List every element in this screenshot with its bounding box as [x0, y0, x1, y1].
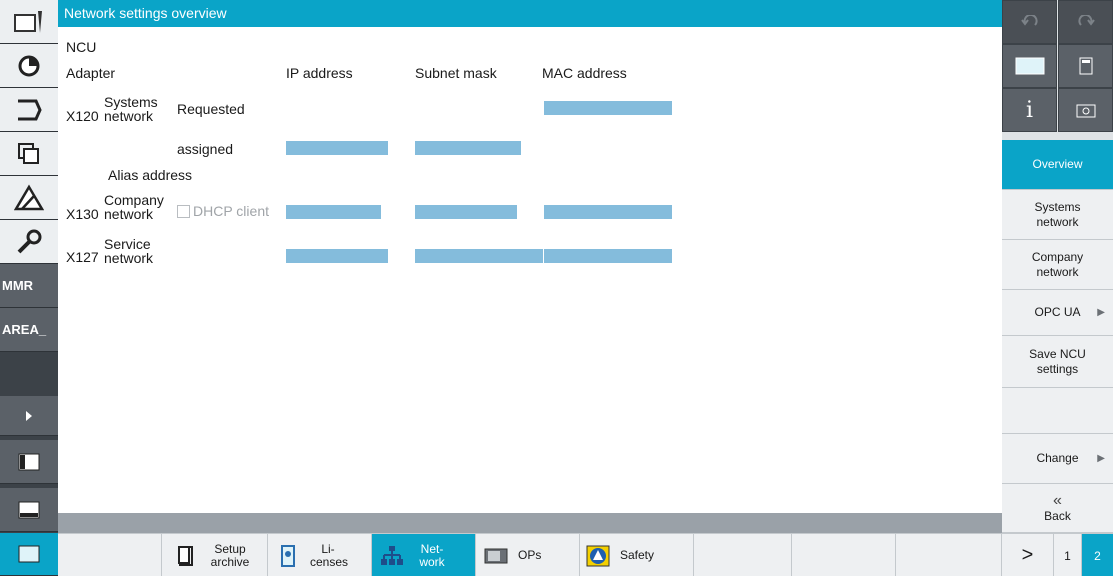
archive-icon [178, 545, 193, 566]
change-softkey[interactable]: Change ▶ [1002, 434, 1113, 484]
systems-network-label: Systems network [104, 94, 158, 124]
x130-port-label: X130 [66, 206, 99, 222]
network-label: Net- work [419, 541, 445, 569]
x130-mac-value [544, 205, 672, 219]
page-1-button[interactable]: 1 [1054, 534, 1082, 576]
safety-icon [586, 545, 610, 566]
requested-label: Requested [177, 101, 245, 117]
network-icon [381, 545, 403, 565]
chevron-right-icon: ▶ [1097, 453, 1105, 464]
company-network-label: Company network [104, 192, 164, 222]
window-icon[interactable] [0, 533, 58, 576]
licenses-label: Li- censes [310, 541, 349, 569]
area-label: AREA_ [2, 322, 47, 337]
chevron-right-icon: ▶ [1097, 307, 1105, 318]
area-mmr-button[interactable]: MMR [0, 264, 58, 308]
keyboard-icon[interactable] [1002, 44, 1057, 88]
redo-icon[interactable] [1058, 0, 1113, 44]
area-button[interactable]: AREA_ [0, 308, 58, 352]
safety-label: Safety [620, 548, 655, 562]
network-softkey[interactable]: Net- work [372, 534, 476, 576]
network-overview-panel: NCU Adapter IP address Subnet mask MAC a… [58, 27, 1002, 513]
diagnostics-icon[interactable] [0, 176, 58, 220]
company-network-softkey-label: Company network [1031, 249, 1084, 279]
licenses-softkey[interactable]: Li- censes [268, 534, 372, 576]
opc-ua-softkey[interactable]: OPC UA ▶ [1002, 290, 1113, 336]
operator-panel-icon [484, 548, 508, 563]
change-softkey-label: Change [1036, 451, 1079, 465]
machine-tool-icon[interactable] [0, 0, 58, 44]
ops-label: OPs [518, 548, 542, 562]
expand-arrow-icon[interactable] [0, 396, 58, 436]
empty-softkey[interactable] [896, 534, 1002, 576]
empty-softkey[interactable] [58, 534, 162, 576]
assigned-label: assigned [177, 141, 234, 157]
mac-address-header: MAC address [542, 65, 627, 81]
x120-requested-mac-value [544, 101, 672, 115]
info-icon[interactable]: i [1002, 88, 1057, 132]
save-ncu-settings-softkey[interactable]: Save NCU settings [1002, 336, 1113, 388]
status-strip [58, 513, 1002, 533]
company-network-softkey[interactable]: Company network [1002, 240, 1113, 290]
window-title: Network settings overview [58, 0, 1002, 27]
etc-button[interactable]: > [1002, 534, 1054, 576]
mmr-label: MMR [2, 278, 34, 293]
window-icon[interactable] [0, 488, 58, 532]
calculator-icon[interactable] [1058, 44, 1113, 88]
back-softkey[interactable]: « Back [1002, 484, 1113, 533]
setup-archive-label: Setup archive [210, 541, 250, 569]
empty-softkey[interactable] [1002, 388, 1113, 434]
page-2-button[interactable]: 2 [1082, 534, 1113, 576]
systems-network-softkey-label: Systems network [1034, 199, 1081, 229]
dhcp-client-label: DHCP client [193, 203, 269, 219]
dhcp-client-checkbox[interactable] [177, 205, 190, 218]
overview-softkey[interactable]: Overview [1002, 140, 1113, 190]
double-chevron-left-icon: « [1053, 491, 1062, 509]
ops-softkey[interactable]: OPs [476, 534, 580, 576]
x127-port-label: X127 [66, 249, 99, 265]
x127-mac-value [544, 249, 672, 263]
ncu-label: NCU [66, 39, 97, 55]
etc-area: > 1 2 [1002, 533, 1113, 576]
x127-subnet-value [415, 249, 543, 263]
safety-softkey[interactable]: Safety [580, 534, 694, 576]
program-manager-icon[interactable] [0, 132, 58, 176]
horizontal-softkey-bar: Setup archive Li- censes Net- work OPs S… [58, 533, 1002, 576]
setup-wrench-icon[interactable] [0, 220, 58, 264]
adapter-header: Adapter [66, 65, 116, 81]
setup-archive-softkey[interactable]: Setup archive [162, 534, 268, 576]
empty-softkey[interactable] [694, 534, 792, 576]
back-softkey-label: Back [1044, 508, 1071, 523]
x120-assigned-ip-value [286, 141, 388, 155]
program-icon[interactable] [0, 88, 58, 132]
ip-address-header: IP address [286, 65, 353, 81]
window-icon[interactable] [0, 440, 58, 484]
opc-ua-softkey-label: OPC UA [1034, 305, 1081, 319]
x127-ip-value [286, 249, 388, 263]
parameter-icon[interactable] [0, 44, 58, 88]
empty-softkey[interactable] [792, 534, 896, 576]
x130-subnet-value [415, 205, 517, 219]
systems-network-softkey[interactable]: Systems network [1002, 190, 1113, 240]
x120-port-label: X120 [66, 108, 99, 124]
save-ncu-settings-label: Save NCU settings [1029, 346, 1086, 376]
service-network-label: Service network [104, 236, 154, 266]
alias-address-label: Alias address [108, 167, 193, 183]
subnet-mask-header: Subnet mask [415, 65, 497, 81]
left-toolbar: MMR AREA_ [0, 0, 58, 576]
x130-ip-value [286, 205, 381, 219]
x120-assigned-subnet-value [415, 141, 521, 155]
vertical-softkey-bar: i Overview Systems network Company netwo… [1002, 0, 1113, 576]
camera-icon[interactable] [1058, 88, 1113, 132]
license-icon [281, 544, 295, 567]
undo-icon[interactable] [1002, 0, 1057, 44]
